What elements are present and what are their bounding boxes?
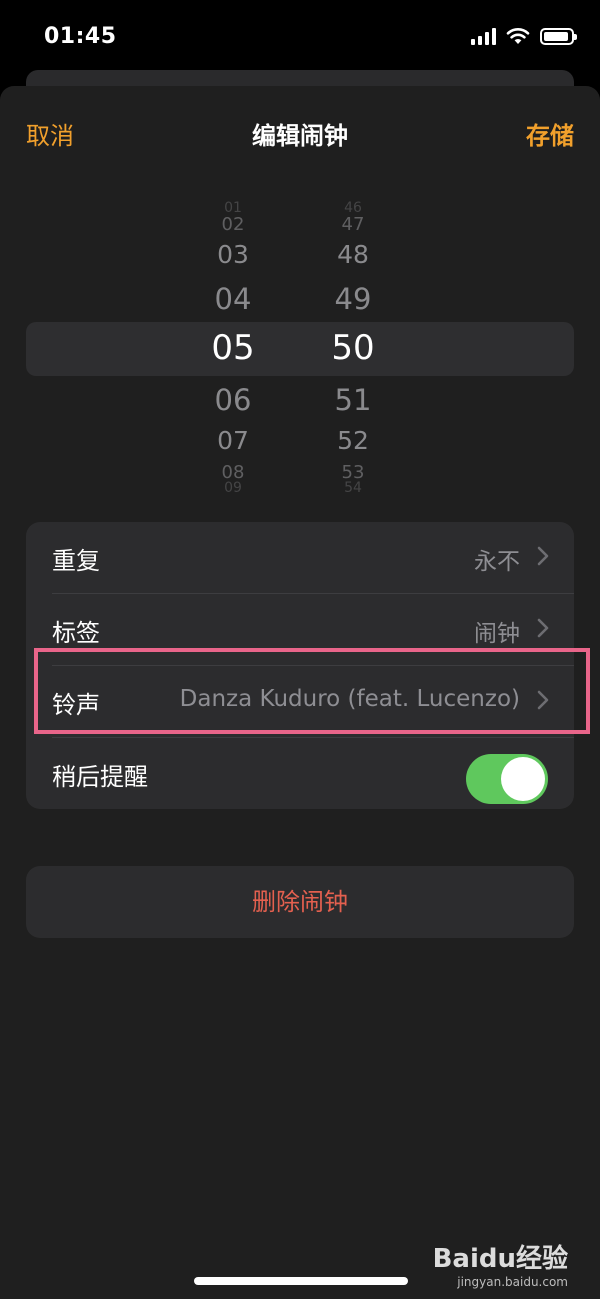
toggle-knob [501, 757, 545, 801]
ringtone-label: 铃声 [52, 691, 100, 719]
snooze-label: 稍后提醒 [52, 763, 148, 791]
minute-option: 51 [334, 383, 372, 417]
ringtone-value: Danza Kuduro (feat. Lucenzo) [179, 686, 520, 712]
wifi-icon [506, 28, 530, 44]
minute-option: 47 [341, 214, 365, 235]
snooze-toggle[interactable] [466, 754, 548, 804]
alarm-settings-list: 重复 永不 标签 闹钟 铃声 Danza Kuduro (feat. Lucen… [26, 522, 574, 809]
watermark-url: jingyan.baidu.com [457, 1275, 568, 1289]
repeat-row[interactable]: 重复 永不 [26, 522, 574, 594]
hour-option: 02 [221, 214, 245, 235]
hour-option: 09 [224, 480, 242, 496]
hour-option: 04 [214, 282, 252, 316]
time-picker: 01 02 03 04 05 06 07 08 09 46 47 48 49 5… [0, 200, 600, 496]
repeat-label: 重复 [52, 547, 100, 575]
home-indicator[interactable] [194, 1277, 408, 1285]
hour-option: 06 [214, 383, 252, 417]
hour-option: 07 [217, 426, 249, 455]
minute-option: 49 [334, 282, 372, 316]
hour-option: 03 [217, 240, 249, 269]
tag-row[interactable]: 标签 闹钟 [26, 594, 574, 666]
snooze-row: 稍后提醒 [26, 738, 574, 809]
watermark-brand: Baidu经验 [432, 1244, 568, 1274]
minute-option: 48 [337, 240, 369, 269]
watermark: Baidu经验 jingyan.baidu.com [433, 1238, 568, 1289]
hour-selected: 05 [211, 328, 255, 368]
chevron-right-icon [537, 618, 549, 638]
page-title: 编辑闹钟 [252, 122, 348, 150]
save-button[interactable]: 存储 [526, 116, 574, 151]
chevron-right-icon [537, 690, 549, 710]
minute-option: 52 [337, 426, 369, 455]
status-icons [471, 27, 577, 45]
battery-icon [540, 27, 577, 45]
tag-label: 标签 [52, 619, 100, 647]
ringtone-row[interactable]: 铃声 Danza Kuduro (feat. Lucenzo) [26, 666, 574, 738]
minute-selected: 50 [331, 328, 375, 368]
minute-option: 54 [344, 480, 362, 496]
cellular-signal-icon [471, 27, 496, 45]
chevron-right-icon [537, 546, 549, 566]
picker-selection-band [26, 322, 574, 376]
status-bar: 01:45 [0, 0, 600, 72]
minute-wheel[interactable]: 46 47 48 49 50 51 52 53 54 [313, 200, 393, 496]
hour-wheel[interactable]: 01 02 03 04 05 06 07 08 09 [193, 200, 273, 496]
delete-alarm-button[interactable]: 删除闹钟 [26, 866, 574, 938]
status-time: 01:45 [44, 24, 117, 49]
tag-value: 闹钟 [474, 621, 520, 647]
repeat-value: 永不 [474, 549, 520, 575]
